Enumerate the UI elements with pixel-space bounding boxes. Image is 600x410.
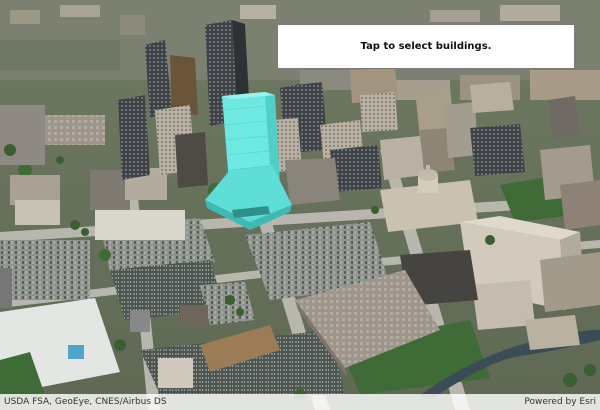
pool [68,345,84,359]
instruction-text: Tap to select buildings. [360,41,492,52]
attribution-sources: USDA FSA, GeoEye, CNES/Airbus DS [4,397,167,407]
parking-lot [0,240,90,300]
instruction-panel: Tap to select buildings. [277,24,575,69]
powered-by-esri[interactable]: Powered by Esri [524,397,596,407]
attribution-bar: USDA FSA, GeoEye, CNES/Airbus DS Powered… [0,394,600,410]
